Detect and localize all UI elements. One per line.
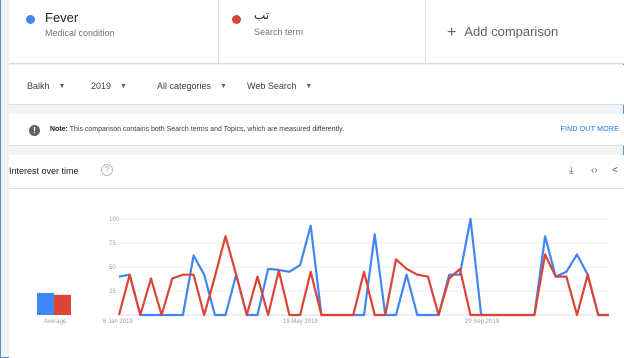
- average-bar: [37, 292, 54, 315]
- series-color-dot: [26, 15, 35, 24]
- interest-chart: 100 75 50 25 6 Jan 2019 19 May 2019 29 Sep 201…: [37, 217, 609, 325]
- time-value: 2019: [91, 81, 112, 91]
- series-color-dot: [232, 15, 241, 24]
- average-bar: [54, 294, 71, 315]
- add-comparison-label: Add comparison: [464, 24, 559, 39]
- region-value: Balkh: [27, 81, 50, 91]
- y-tick-label: 25: [109, 289, 116, 295]
- plus-icon: +: [447, 24, 457, 41]
- time-dropdown[interactable]: 2019 ▼: [91, 81, 127, 91]
- term-name: Fever: [45, 10, 79, 25]
- interest-over-time-card: Interest over time ? ⤓ ‹› < 100 75 50 25 6 J…: [9, 155, 624, 358]
- category-value: All categories: [157, 81, 212, 91]
- category-dropdown[interactable]: All categories ▼: [157, 81, 227, 91]
- series-line: [117, 235, 609, 317]
- caret-down-icon: ▼: [120, 83, 127, 90]
- x-tick-label: 6 Jan 2019: [103, 319, 133, 325]
- comparison-term-tab[interactable]: تب Search term: [219, 0, 426, 64]
- add-comparison-button[interactable]: + Add comparison: [426, 0, 624, 64]
- property-value: Web Search: [247, 81, 297, 91]
- y-tick-label: 50: [109, 265, 116, 271]
- caret-down-icon: ▼: [305, 83, 313, 90]
- y-tick-label: 75: [109, 241, 116, 247]
- note-text: This comparison contains both Search ter…: [69, 126, 345, 133]
- x-tick-label: 29 Sep 2019: [465, 319, 500, 325]
- info-icon: !: [29, 125, 40, 136]
- y-tick-label: 100: [109, 217, 120, 223]
- region-dropdown[interactable]: Balkh ▼: [27, 81, 65, 91]
- caret-down-icon: ▼: [58, 83, 66, 90]
- term-name: تب: [254, 8, 270, 22]
- note-label: Note:: [50, 126, 68, 133]
- x-tick-label: 19 May 2019: [283, 319, 318, 325]
- comparison-note: ! Note: This comparison contains both Se…: [9, 114, 624, 146]
- property-dropdown[interactable]: Web Search ▼: [247, 81, 312, 91]
- find-out-more-link[interactable]: FIND OUT MORE: [561, 126, 619, 133]
- filter-row: Balkh ▼ 2019 ▼ All categories ▼ Web Search ▼: [9, 65, 624, 105]
- average-label: Average: [44, 319, 67, 325]
- caret-down-icon: ▼: [220, 83, 227, 90]
- term-type: Medical condition: [45, 28, 115, 38]
- comparison-term-fever[interactable]: Fever Medical condition: [9, 0, 219, 64]
- term-type: Search term: [254, 27, 304, 37]
- comparison-bar: Fever Medical condition تب Search term +…: [9, 0, 624, 64]
